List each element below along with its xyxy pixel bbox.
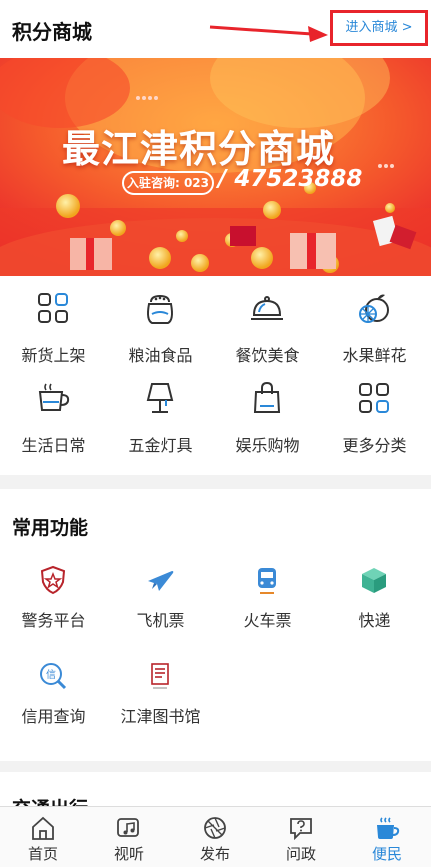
home-icon xyxy=(32,816,54,840)
function-item-credit[interactable]: 信 信用查询 xyxy=(0,661,107,751)
shopping-bag-icon xyxy=(253,381,281,413)
question-chat-icon xyxy=(290,818,312,841)
music-icon xyxy=(117,818,139,837)
section-title: 常用功能 xyxy=(12,517,89,539)
tab-label: 首页 xyxy=(27,845,58,863)
category-item-daily-life[interactable]: 生活日常 xyxy=(0,366,107,456)
category-item-fruit-flowers[interactable]: 水果鲜花 xyxy=(321,276,428,366)
function-item-police[interactable]: 警务平台 xyxy=(0,565,107,655)
category-item-entertainment-shopping[interactable]: 娱乐购物 xyxy=(214,366,321,456)
cup-icon xyxy=(38,383,70,411)
lamp-icon xyxy=(146,383,174,413)
function-label: 飞机票 xyxy=(136,611,185,630)
category-label: 新货上架 xyxy=(21,346,86,365)
function-item-train[interactable]: 火车票 xyxy=(214,565,321,655)
function-label: 火车票 xyxy=(243,611,292,630)
tab-publish[interactable]: 发布 xyxy=(172,807,258,867)
grid-icon xyxy=(38,293,68,323)
category-grid: 新货上架 粮油食品 餐饮美食 水果鲜花 生活日常 五金灯具 娱乐购物 更多分类 xyxy=(0,276,431,475)
category-label: 娱乐购物 xyxy=(235,436,300,455)
enter-mall-button[interactable]: 进入商城 > xyxy=(330,10,428,46)
red-arrow-annotation xyxy=(209,25,328,42)
category-label: 更多分类 xyxy=(342,436,407,455)
banner-brand-text: 最江津积分商城 xyxy=(62,127,336,171)
category-item-new-goods[interactable]: 新货上架 xyxy=(0,276,107,366)
tab-label: 发布 xyxy=(199,845,230,863)
fruit-icon xyxy=(359,294,389,323)
credit-search-icon: 信 xyxy=(40,663,67,690)
tab-services[interactable]: 便民 xyxy=(344,807,430,867)
category-label: 粮油食品 xyxy=(128,346,193,365)
tab-label: 便民 xyxy=(371,845,402,863)
points-mall-page: 积分商城 进入商城 > 最江津积分商城 入驻咨询: 023 / 47523888… xyxy=(0,0,431,867)
category-label: 五金灯具 xyxy=(128,436,193,455)
banner-contact-pill: 入驻咨询: 023 xyxy=(122,171,214,195)
category-item-hardware-lamps[interactable]: 五金灯具 xyxy=(107,366,214,456)
category-label: 餐饮美食 xyxy=(235,346,300,365)
category-label: 水果鲜花 xyxy=(342,346,407,365)
tab-label: 问政 xyxy=(285,845,316,863)
coffee-cup-icon xyxy=(377,817,400,839)
common-functions-section: 常用功能 警务平台 飞机票 火车票 快递 信 信用查询 江津图书馆 xyxy=(0,489,431,761)
page-title: 积分商城 xyxy=(12,20,92,44)
package-icon xyxy=(362,568,386,593)
airplane-icon xyxy=(148,571,174,591)
bottom-tab-bar: 首页 视听 发布 问政 便民 xyxy=(0,806,431,867)
tab-media[interactable]: 视听 xyxy=(86,807,172,867)
function-item-express[interactable]: 快递 xyxy=(321,565,428,655)
food-cloche-icon xyxy=(251,296,283,320)
tab-label: 视听 xyxy=(113,845,144,863)
tab-politics[interactable]: 问政 xyxy=(258,807,344,867)
train-icon xyxy=(258,568,276,594)
category-item-grain-oil[interactable]: 粮油食品 xyxy=(107,276,214,366)
police-badge-icon xyxy=(40,565,66,595)
function-label: 江津图书馆 xyxy=(120,707,201,726)
header: 积分商城 进入商城 > xyxy=(0,0,431,58)
camera-shutter-icon xyxy=(204,817,226,839)
tab-home[interactable]: 首页 xyxy=(0,807,86,867)
banner-phone-number: / 47523888 xyxy=(218,166,363,192)
library-icon xyxy=(151,663,169,689)
function-item-library[interactable]: 江津图书馆 xyxy=(107,661,214,751)
function-label: 警务平台 xyxy=(21,611,86,630)
function-label: 信用查询 xyxy=(21,707,86,726)
svg-text:信: 信 xyxy=(46,669,56,681)
category-item-dining[interactable]: 餐饮美食 xyxy=(214,276,321,366)
more-grid-icon xyxy=(359,383,389,413)
category-item-more[interactable]: 更多分类 xyxy=(321,366,428,456)
function-label: 快递 xyxy=(358,611,391,630)
promo-banner[interactable]: 最江津积分商城 入驻咨询: 023 / 47523888 xyxy=(0,58,431,276)
rice-bag-icon xyxy=(147,294,173,324)
function-item-flight[interactable]: 飞机票 xyxy=(107,565,214,655)
category-label: 生活日常 xyxy=(21,436,86,455)
